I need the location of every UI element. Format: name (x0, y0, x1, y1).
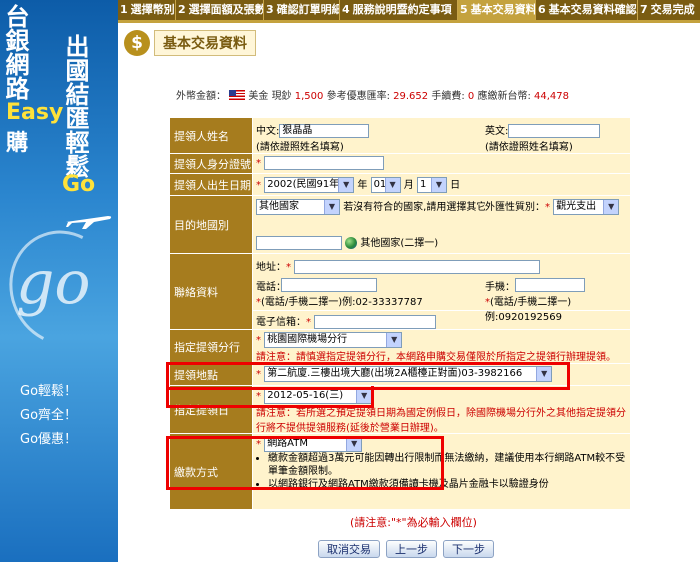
required-note: (請注意:"*"為必輸入欄位) (350, 516, 477, 529)
email-input[interactable] (314, 315, 437, 329)
address-input[interactable] (294, 260, 541, 274)
button-bar: 取消交易 上一步 下一步 (318, 540, 494, 558)
label-payment: 繳款方式 (170, 434, 252, 510)
chevron-down-icon: ▼ (386, 333, 402, 347)
banner-easy: Easy 購 (6, 100, 64, 156)
chevron-down-icon: ▼ (430, 178, 446, 192)
cancel-button[interactable]: 取消交易 (318, 540, 380, 558)
row-id: 提領人身分證號 * (170, 154, 630, 174)
slogan-3: Go優惠！ (20, 432, 78, 447)
sidebar-banner: 台銀網路 出國結匯輕鬆 Easy 購 Go go Go輕鬆！ Go齊全！ Go優惠… (0, 0, 118, 562)
row-date: 指定提領日 * 2012-05-16(三) ▼ 請注意：若所選之預定提領日期為國定… (170, 386, 630, 434)
globe-icon[interactable] (345, 237, 358, 249)
payment-select[interactable]: 網路ATM ▼ (264, 436, 363, 452)
label-date: 指定提領日 (170, 386, 252, 434)
row-birth: 提領人出生日期 * 2002(民國91年) ▼ 年 01 ▼ 月 1 ▼ 日 (170, 174, 630, 196)
label-contact: 聯絡資料 (170, 254, 252, 330)
row-branch: 指定提領分行 * 桃園國際機場分行 ▼ 請注意：請慎選指定提領分行，本網路申購交易… (170, 330, 630, 364)
branch-warning: 請注意：請慎選指定提領分行，本網路申購交易僅限於所指定之提領行辦理提領。 (256, 352, 616, 363)
prev-button[interactable]: 上一步 (386, 540, 437, 558)
branch-select[interactable]: 桃園國際機場分行 ▼ (264, 332, 403, 348)
birth-year-select[interactable]: 2002(民國91年) ▼ (264, 177, 355, 193)
date-warning: 請注意：若所選之預定提領日期為國定例假日，除國際機場分行外之其他指定提領分行將不… (256, 408, 626, 434)
step-tab-5: 5 基本交易資料 (458, 0, 536, 20)
banner-go: Go (62, 172, 96, 197)
step-tab-7: 7 交易完成 (640, 3, 695, 16)
header-divider (118, 20, 700, 23)
step-tab-6: 6 基本交易資料確認 (536, 0, 638, 20)
row-payment: 繳款方式 * 網路ATM▼ 繳款金額超過3萬元可能因轉出行限制而無法繳納，建議使… (170, 434, 630, 510)
payment-note-1: 繳款金額超過3萬元可能因轉出行限制而無法繳納，建議使用本行網路ATM較不受單筆金… (268, 452, 627, 478)
birth-month-select[interactable]: 01 ▼ (370, 177, 401, 193)
id-number-input[interactable] (264, 156, 385, 170)
chevron-down-icon: ▼ (603, 200, 619, 214)
label-id: 提領人身分證號 (170, 154, 252, 174)
label-location: 提領地點 (170, 364, 252, 386)
step-tabs: 1 選擇幣別 2 選擇面額及張數 3 確認訂單明細 4 服務說明暨約定事項 5 基本交易資… (118, 0, 700, 20)
location-select[interactable]: 第二航廈.三樓出境大廳(出境2A櫃檯正對面)03-3982166 ▼ (264, 366, 553, 382)
mobile-input[interactable] (515, 278, 585, 292)
phone-input[interactable] (281, 278, 377, 292)
go-logo: go (16, 248, 91, 318)
banner-title-left: 台銀網路 (1, 4, 29, 100)
date-select[interactable]: 2012-05-16(三) ▼ (264, 388, 373, 404)
fx-summary: 外幣金額： 美金 現鈔 1,500 參考優惠匯率: 29.652 手續費: 0 … (176, 90, 570, 102)
other-country-input[interactable] (256, 236, 342, 250)
slogan-1: Go輕鬆！ (20, 384, 78, 399)
next-button[interactable]: 下一步 (443, 540, 494, 558)
chevron-down-icon: ▼ (356, 389, 372, 403)
purpose-select[interactable]: 觀光支出 ▼ (553, 199, 620, 215)
chevron-down-icon: ▼ (536, 367, 552, 381)
country-select[interactable]: 其他國家 ▼ (256, 199, 340, 215)
row-contact: 聯絡資料 地址：* 電話： *(電話/手機二擇一)例:02-33337787 手… (170, 254, 630, 330)
page-title: 基本交易資料 (154, 30, 256, 56)
airplane-icon (66, 216, 112, 229)
label-destination: 目的地國別 (170, 196, 252, 254)
birth-day-select[interactable]: 1 ▼ (416, 177, 447, 193)
row-destination: 目的地國別 其他國家 ▼ 若沒有符合的國家,請用選擇其它國家(二擇一) 外匯性質別… (170, 196, 630, 254)
label-branch: 指定提領分行 (170, 330, 252, 364)
chinese-name-input[interactable]: 狠晶晶 (279, 124, 370, 138)
us-flag-icon (229, 90, 246, 100)
label-birth: 提領人出生日期 (170, 174, 252, 196)
step-tab-3: 3 確認訂單明細 (264, 0, 340, 20)
banner-title-right: 出國結匯輕鬆 (61, 34, 89, 178)
step-tab-1: 1 選擇幣別 (118, 0, 176, 20)
payment-note-2: 以網路銀行及網路ATM繳款須備讀卡機及晶片金融卡以驗證身份 (268, 478, 627, 491)
step-tab-4: 4 服務說明暨約定事項 (340, 0, 458, 20)
step-tab-2: 2 選擇面額及張數 (176, 0, 264, 20)
english-name-input[interactable] (508, 124, 601, 138)
chevron-down-icon: ▼ (346, 437, 362, 451)
row-name: 提領人姓名 中文: 狠晶晶 (請依證照姓名填寫) 英文: (請依證照姓名填寫) (170, 118, 630, 154)
row-location: 提領地點 * 第二航廈.三樓出境大廳(出境2A櫃檯正對面)03-3982166 ▼ (170, 364, 630, 386)
dollar-icon: $ (124, 30, 150, 56)
chevron-down-icon: ▼ (338, 178, 354, 192)
page-title-area: $ 基本交易資料 (124, 30, 256, 56)
chevron-down-icon: ▼ (324, 200, 339, 214)
slogan-2: Go齊全！ (20, 408, 78, 423)
label-name: 提領人姓名 (170, 118, 252, 154)
chevron-down-icon: ▼ (384, 178, 400, 192)
